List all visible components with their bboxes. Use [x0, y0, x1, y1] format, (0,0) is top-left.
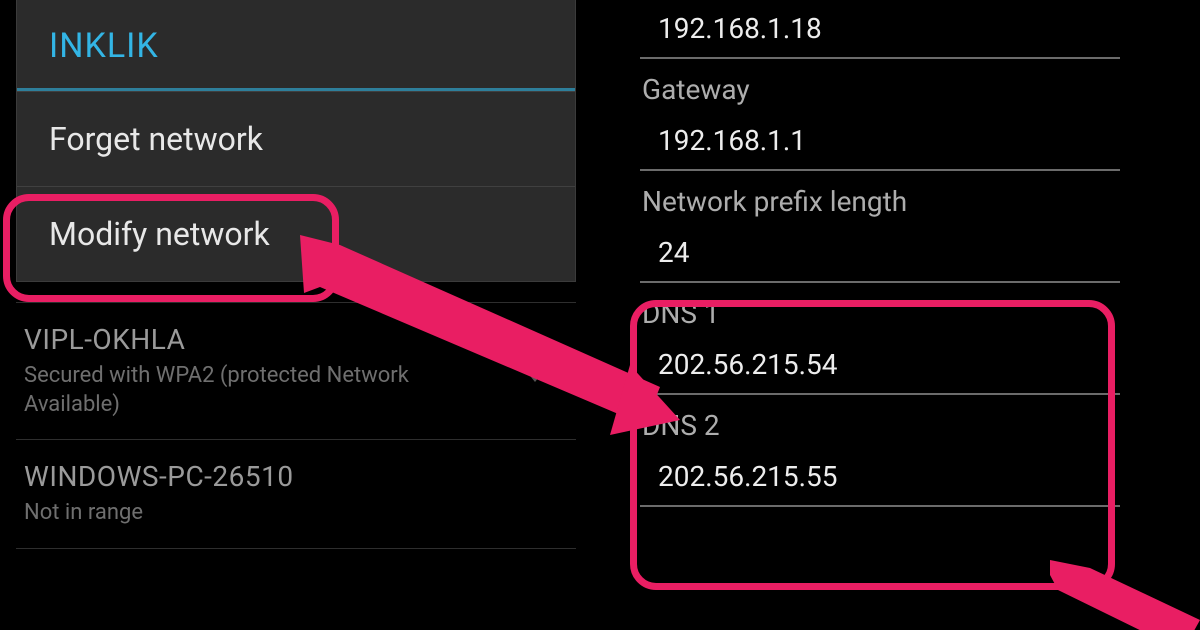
dns2-label: DNS 2 [640, 409, 1180, 442]
gateway-input[interactable]: 192.168.1.1 [640, 112, 1120, 171]
wifi-row-windowspc[interactable]: WINDOWS-PC-26510 Not in range [16, 440, 576, 549]
dns1-input[interactable]: 202.56.215.54 [640, 336, 1120, 395]
wifi-network-list: VIPL-OKHLA Secured with WPA2 (protected … [16, 302, 576, 549]
wifi-row-vipl[interactable]: VIPL-OKHLA Secured with WPA2 (protected … [16, 302, 576, 440]
context-menu-title: INKLIK [17, 0, 575, 91]
wifi-subtext: Not in range [24, 499, 506, 528]
modify-network-item[interactable]: Modify network [17, 186, 575, 281]
wifi-lock-icon [515, 352, 557, 390]
dns2-input[interactable]: 202.56.215.55 [640, 448, 1120, 507]
ip-address-input[interactable]: 192.168.1.18 [640, 0, 1120, 59]
wifi-ssid: WINDOWS-PC-26510 [24, 460, 506, 493]
wifi-ssid: VIPL-OKHLA [24, 323, 506, 356]
prefix-label: Network prefix length [640, 185, 1180, 218]
wifi-subtext: Secured with WPA2 (protected Network Ava… [24, 362, 506, 419]
field-gateway: Gateway 192.168.1.1 [640, 73, 1180, 171]
forget-network-item[interactable]: Forget network [17, 91, 575, 186]
prefix-input[interactable]: 24 [640, 224, 1120, 283]
modify-network-form: 192.168.1.18 Gateway 192.168.1.1 Network… [640, 0, 1180, 630]
dns1-label: DNS 1 [640, 297, 1180, 330]
field-dns1: DNS 1 202.56.215.54 [640, 297, 1180, 395]
wifi-panel: INKLIK Forget network Modify network VIP… [16, 0, 576, 630]
field-dns2: DNS 2 202.56.215.55 [640, 409, 1180, 507]
field-prefix: Network prefix length 24 [640, 185, 1180, 283]
gateway-label: Gateway [640, 73, 1180, 106]
network-context-menu: INKLIK Forget network Modify network [16, 0, 576, 282]
field-ip-address: 192.168.1.18 [640, 0, 1180, 59]
